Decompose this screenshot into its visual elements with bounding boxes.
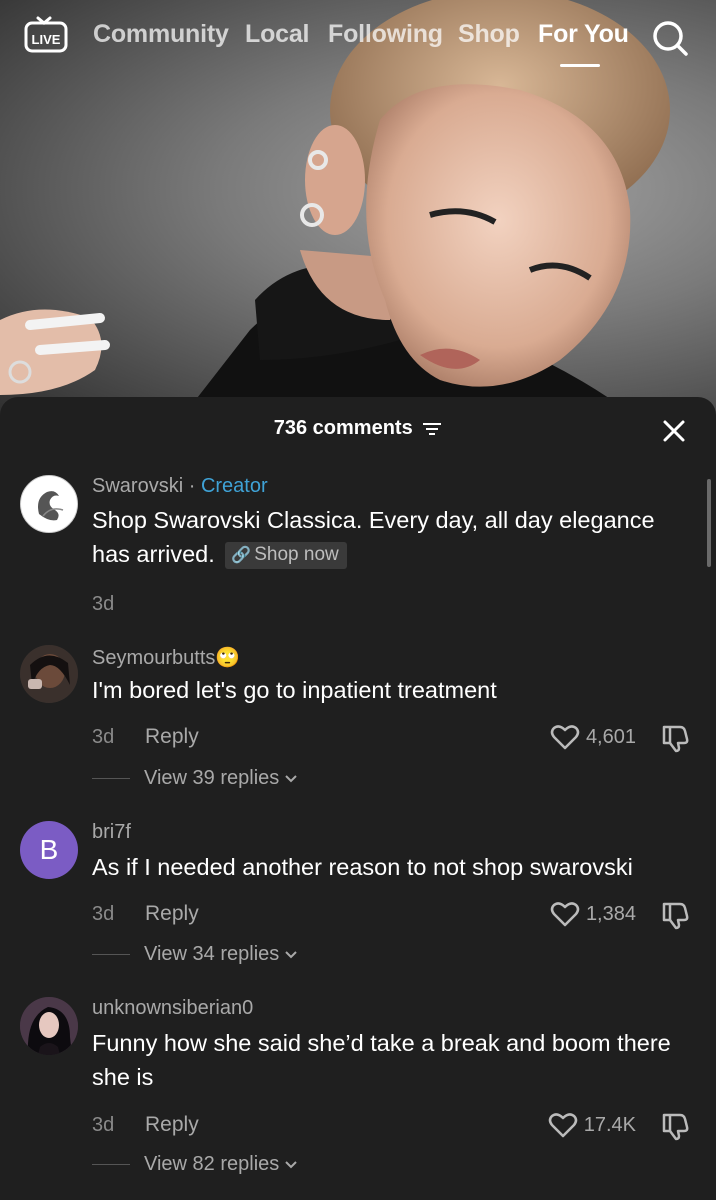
like-count: 17.4K (583, 1113, 636, 1136)
chevron-down-icon (285, 1160, 297, 1168)
avatar[interactable]: B (20, 821, 78, 879)
tab-shop[interactable]: Shop (458, 20, 520, 49)
user-photo-icon (20, 997, 78, 1055)
live-button[interactable]: LIVE (24, 14, 68, 56)
like-count: 4,601 (585, 725, 636, 748)
comment-username[interactable]: Seymourbutts🙄 (92, 645, 240, 670)
user-photo-icon (20, 645, 78, 703)
tab-local[interactable]: Local (245, 20, 309, 49)
view-replies-label: View 39 replies (144, 767, 280, 789)
reply-button[interactable]: Reply (145, 725, 199, 749)
active-tab-indicator (560, 64, 600, 67)
chevron-down-icon (285, 950, 297, 958)
shop-now-label: Shop now (254, 544, 339, 565)
like-button[interactable]: 4,601 (550, 723, 636, 751)
comment-username[interactable]: unknownsiberian0 (92, 997, 253, 1020)
view-replies-button[interactable]: View 34 replies (92, 943, 298, 966)
thumbs-down-icon (662, 1113, 689, 1141)
filter-icon (423, 422, 442, 435)
username-text: Seymourbutts (92, 647, 216, 669)
reply-button[interactable]: Reply (145, 1113, 199, 1137)
comment-text: Funny how she said she’d take a break an… (92, 1030, 671, 1090)
shop-now-link[interactable]: 🔗 Shop now (225, 542, 347, 569)
comment-timestamp: 3d (92, 1114, 115, 1136)
thumbs-down-icon (662, 902, 689, 930)
comments-header: 736 comments (0, 397, 716, 465)
creator-badge: Creator (200, 475, 268, 497)
comment-text: Shop Swarovski Classica. Every day, all … (92, 507, 655, 567)
comment-text: As if I needed another reason to not sho… (92, 854, 633, 880)
heart-icon (550, 902, 580, 927)
dislike-button[interactable] (660, 1111, 690, 1141)
link-icon: 🔗 (231, 547, 252, 564)
comment-username[interactable]: Swarovski · Creator (92, 475, 268, 498)
username-text: Swarovski (92, 475, 184, 497)
avatar[interactable] (20, 475, 78, 533)
username-separator: · (188, 475, 196, 497)
heart-icon (550, 725, 580, 750)
replies-divider (92, 778, 130, 779)
tab-following[interactable]: Following (328, 20, 443, 49)
view-replies-label: View 82 replies (144, 1153, 280, 1175)
comment-body: Shop Swarovski Classica. Every day, all … (92, 503, 692, 571)
top-navigation: LIVE Community Local Following Shop For … (0, 0, 716, 80)
like-count: 1,384 (585, 902, 636, 925)
eye-roll-emoji: 🙄 (215, 647, 241, 669)
live-tv-icon: LIVE (24, 16, 68, 53)
comment-item: B bri7f As if I needed another reason to… (0, 821, 716, 971)
like-button[interactable]: 1,384 (550, 900, 636, 928)
comments-count-label: 736 comments (273, 417, 413, 440)
close-comments-button[interactable] (660, 417, 688, 445)
comment-text: I'm bored let's go to inpatient treatmen… (92, 677, 497, 703)
comments-count[interactable]: 736 comments (0, 417, 716, 440)
swan-logo-icon (38, 491, 64, 521)
comment-username[interactable]: bri7f (92, 821, 131, 844)
tab-community[interactable]: Community (93, 20, 229, 49)
view-replies-label: View 34 replies (144, 943, 280, 965)
view-replies-button[interactable]: View 39 replies (92, 767, 298, 790)
dislike-button[interactable] (660, 900, 690, 930)
tab-for-you[interactable]: For You (538, 20, 629, 49)
heart-icon (548, 1113, 577, 1138)
replies-divider (92, 954, 130, 955)
dislike-button[interactable] (660, 723, 690, 753)
comment-item: unknownsiberian0 Funny how she said she’… (0, 997, 716, 1197)
comment-timestamp: 3d (92, 903, 115, 925)
search-icon (653, 21, 688, 56)
avatar[interactable] (20, 645, 78, 703)
view-replies-button[interactable]: View 82 replies (92, 1153, 298, 1176)
search-button[interactable] (650, 18, 690, 58)
reply-button[interactable]: Reply (145, 902, 199, 926)
close-icon (663, 420, 685, 442)
live-label: LIVE (32, 32, 61, 47)
comment-item: Seymourbutts🙄 I'm bored let's go to inpa… (0, 645, 716, 795)
comment-timestamp: 3d (92, 726, 115, 748)
comments-sheet: 736 comments Swarovski · Creator Shop Sw… (0, 397, 716, 1200)
thumbs-down-icon (662, 725, 689, 753)
comment-timestamp: 3d (92, 593, 115, 615)
like-button[interactable]: 17.4K (548, 1111, 636, 1139)
avatar[interactable] (20, 997, 78, 1055)
avatar-letter: B (39, 834, 59, 865)
comment-item: Swarovski · Creator Shop Swarovski Class… (0, 475, 716, 625)
replies-divider (92, 1164, 130, 1165)
chevron-down-icon (285, 774, 297, 782)
